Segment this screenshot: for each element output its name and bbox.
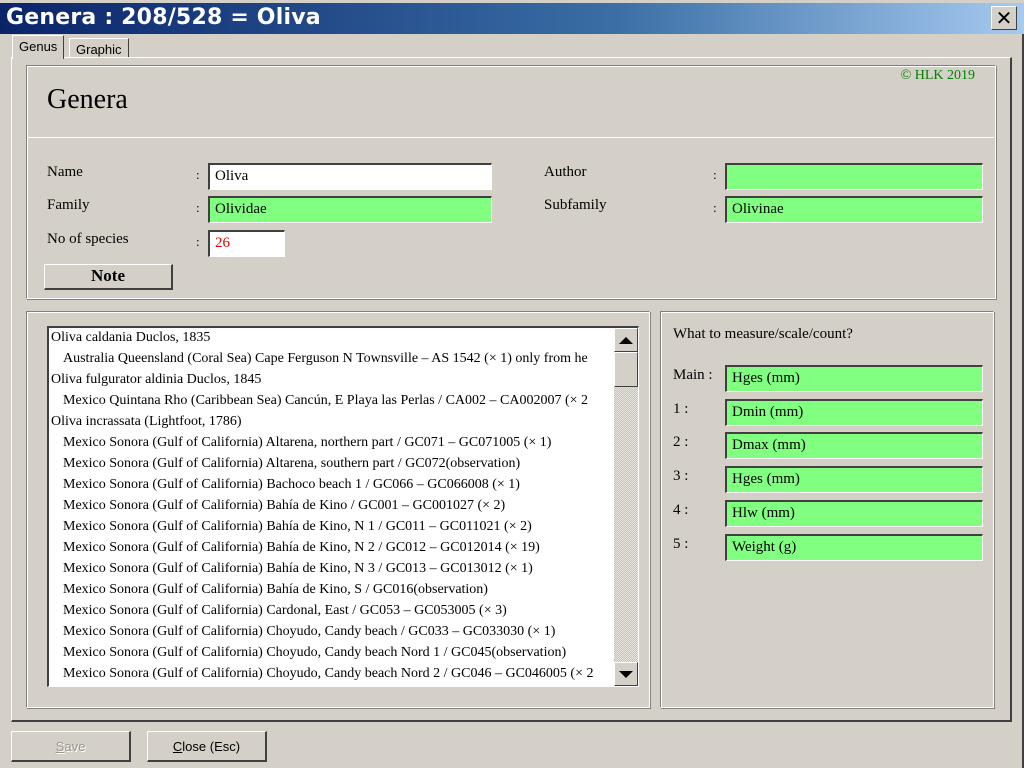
measure-3-label: 3 : <box>673 468 689 484</box>
header-divider <box>28 137 994 138</box>
subfamily-field[interactable]: Olivinae <box>725 196 983 223</box>
close-label: lose (Esc) <box>182 739 241 754</box>
species-list-item[interactable]: Oliva fulgurator aldinia Duclos, 1845 <box>49 370 612 391</box>
measure-main-field[interactable]: Hges (mm) <box>725 365 983 392</box>
measure-1-label: 1 : <box>673 401 689 417</box>
close-window-button[interactable]: ✕ <box>991 6 1017 30</box>
close-esc-button[interactable]: Close (Esc) <box>147 731 267 762</box>
measure-3-field[interactable]: Hges (mm) <box>725 466 983 493</box>
scroll-up-button[interactable] <box>614 328 638 352</box>
arrow-down-icon <box>619 670 633 678</box>
locality-list-item[interactable]: Mexico Sonora (Gulf of California) Choyu… <box>49 643 612 664</box>
measurement-panel: What to measure/scale/count? Main : Hges… <box>660 311 994 708</box>
measure-main-label: Main : <box>673 367 713 383</box>
tab-genus[interactable]: Genus <box>12 35 65 59</box>
note-button[interactable]: Note <box>44 264 173 290</box>
close-accel: C <box>172 739 183 754</box>
measure-4-label: 4 : <box>673 502 689 518</box>
title-bar: Genera : 208/528 = Oliva ✕ <box>0 0 1024 34</box>
scroll-down-button[interactable] <box>614 662 638 686</box>
locality-list-item[interactable]: Mexico Sonora (Gulf of California) Bahía… <box>49 496 612 517</box>
species-listbox[interactable]: Oliva caldania Duclos, 1835 Australia Que… <box>47 326 639 687</box>
locality-list-item[interactable]: Mexico Sonora (Gulf of California) Bahía… <box>49 559 612 580</box>
window-title: Genera : 208/528 = Oliva <box>6 5 321 30</box>
locality-list-item[interactable]: Mexico Sonora (Gulf of California) Altar… <box>49 433 612 454</box>
save-button[interactable]: Save <box>11 731 131 762</box>
subfamily-label: Subfamily <box>544 197 607 213</box>
locality-list-item[interactable]: Mexico Sonora (Gulf of California) Altar… <box>49 454 612 475</box>
scroll-thumb[interactable] <box>614 352 638 387</box>
species-list-panel: Oliva caldania Duclos, 1835 Australia Que… <box>26 311 650 708</box>
family-label: Family <box>47 197 90 213</box>
measure-5-label: 5 : <box>673 536 689 552</box>
measure-2-label: 2 : <box>673 434 689 450</box>
author-colon: : <box>713 167 717 182</box>
subfamily-colon: : <box>713 200 717 215</box>
measure-5-field[interactable]: Weight (g) <box>725 534 983 561</box>
measure-4-field[interactable]: Hlw (mm) <box>725 500 983 527</box>
species-list-item[interactable]: Oliva caldania Duclos, 1835 <box>49 328 612 349</box>
arrow-up-icon <box>619 336 633 344</box>
locality-list-item[interactable]: Mexico Sonora (Gulf of California) Bahía… <box>49 580 612 601</box>
page-heading: Genera <box>47 84 128 115</box>
family-field[interactable]: Olividae <box>208 196 492 223</box>
species-list-items: Oliva caldania Duclos, 1835 Australia Que… <box>49 328 612 685</box>
species-count-label: No of species <box>47 231 129 247</box>
locality-list-item[interactable]: Australia Queensland (Coral Sea) Cape Fe… <box>49 349 612 370</box>
measure-2-field[interactable]: Dmax (mm) <box>725 432 983 459</box>
locality-list-item[interactable]: Mexico Sonora (Gulf of California) Choyu… <box>49 664 612 685</box>
genus-details-panel: Genera © HLK 2019 Name : Oliva Family : … <box>26 65 996 299</box>
family-colon: : <box>196 200 200 215</box>
name-field[interactable]: Oliva <box>208 163 492 190</box>
measure-1-field[interactable]: Dmin (mm) <box>725 399 983 426</box>
species-count-colon: : <box>196 234 200 249</box>
list-scrollbar[interactable] <box>614 328 638 686</box>
locality-list-item[interactable]: Mexico Sonora (Gulf of California) Bahía… <box>49 517 612 538</box>
measure-title: What to measure/scale/count? <box>673 326 853 342</box>
close-x-icon: ✕ <box>995 6 1013 30</box>
species-count-field[interactable]: 26 <box>208 230 285 257</box>
species-list-item[interactable]: Oliva incrassata (Lightfoot, 1786) <box>49 412 612 433</box>
locality-list-item[interactable]: Mexico Sonora (Gulf of California) Cardo… <box>49 601 612 622</box>
author-field[interactable] <box>725 163 983 190</box>
name-label: Name <box>47 164 83 180</box>
locality-list-item[interactable]: Mexico Sonora (Gulf of California) Choyu… <box>49 622 612 643</box>
locality-list-item[interactable]: Mexico Sonora (Gulf of California) Bacho… <box>49 475 612 496</box>
tab-graphic[interactable]: Graphic <box>69 38 129 58</box>
locality-list-item[interactable]: Mexico Sonora (Gulf of California) Bahía… <box>49 538 612 559</box>
author-label: Author <box>544 164 587 180</box>
name-colon: : <box>196 167 200 182</box>
copyright-label: © HLK 2019 <box>900 68 975 83</box>
save-label: ave <box>64 739 86 754</box>
locality-list-item[interactable]: Mexico Quintana Rho (Caribbean Sea) Canc… <box>49 391 612 412</box>
